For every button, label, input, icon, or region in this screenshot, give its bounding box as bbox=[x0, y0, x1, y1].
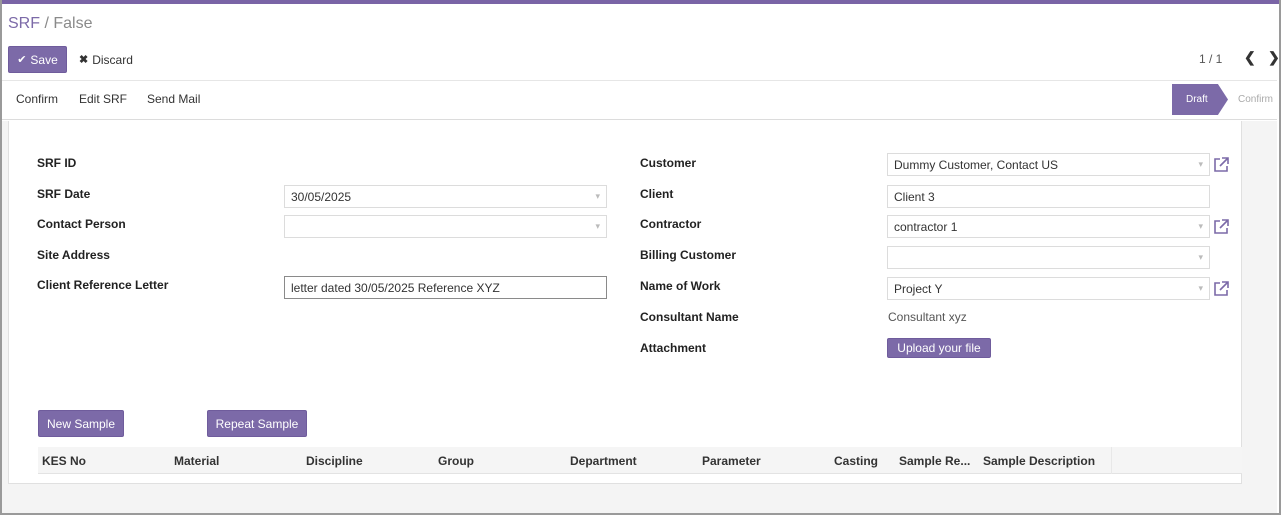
window-frame bbox=[0, 0, 1281, 515]
